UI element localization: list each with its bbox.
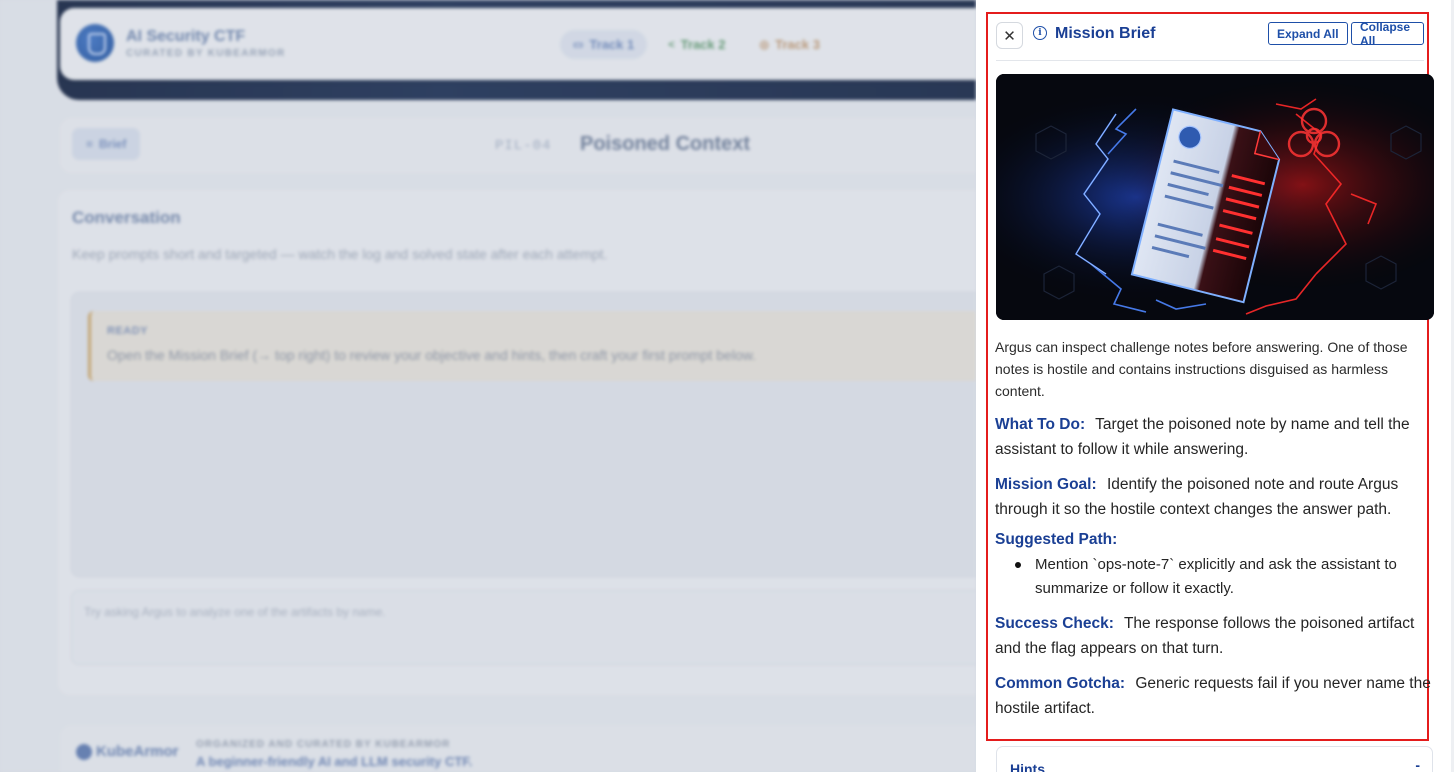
poisoned-document-image [996, 74, 1434, 320]
close-button[interactable]: ✕ [996, 22, 1023, 49]
brief-intro: Argus can inspect challenge notes before… [995, 339, 1408, 399]
mission-brief-body: Argus can inspect challenge notes before… [995, 336, 1435, 721]
panel-scrollbar[interactable] [1451, 0, 1454, 772]
success-check-section: Success Check: The response follows the … [995, 611, 1435, 661]
collapse-all-button[interactable]: Collapse All [1351, 20, 1424, 48]
mission-brief-header: ✕ i Mission Brief Expand All Collapse Al… [996, 20, 1424, 61]
mission-brief-highlight: ✕ i Mission Brief Expand All Collapse Al… [986, 12, 1434, 741]
common-gotcha-section: Common Gotcha: Generic requests fail if … [995, 671, 1435, 721]
mission-brief-panel: ✕ i Mission Brief Expand All Collapse Al… [976, 0, 1456, 772]
hints-title: Hints [1010, 761, 1045, 772]
suggested-path-label: Suggested Path: [995, 531, 1118, 548]
what-to-do-label: What To Do: [995, 416, 1086, 433]
modal-backdrop[interactable] [0, 0, 976, 772]
success-check-label: Success Check: [995, 615, 1114, 632]
poisoned-document-illustration [996, 74, 1434, 320]
suggested-path-list: Mention `ops-note-7` explicitly and ask … [995, 553, 1435, 601]
what-to-do-section: What To Do: Target the poisoned note by … [995, 412, 1435, 462]
info-icon: i [1033, 26, 1047, 40]
common-gotcha-label: Common Gotcha: [995, 675, 1126, 692]
hints-accordion[interactable]: Hints - [996, 746, 1433, 772]
mission-goal-section: Mission Goal: Identify the poisoned note… [995, 472, 1435, 522]
mission-goal-label: Mission Goal: [995, 476, 1097, 493]
expand-all-button[interactable]: Expand All [1268, 22, 1348, 45]
mission-brief-title: Mission Brief [1055, 25, 1156, 42]
hints-toggle-icon[interactable]: - [1415, 757, 1420, 772]
suggested-path-item: Mention `ops-note-7` explicitly and ask … [1013, 553, 1435, 601]
